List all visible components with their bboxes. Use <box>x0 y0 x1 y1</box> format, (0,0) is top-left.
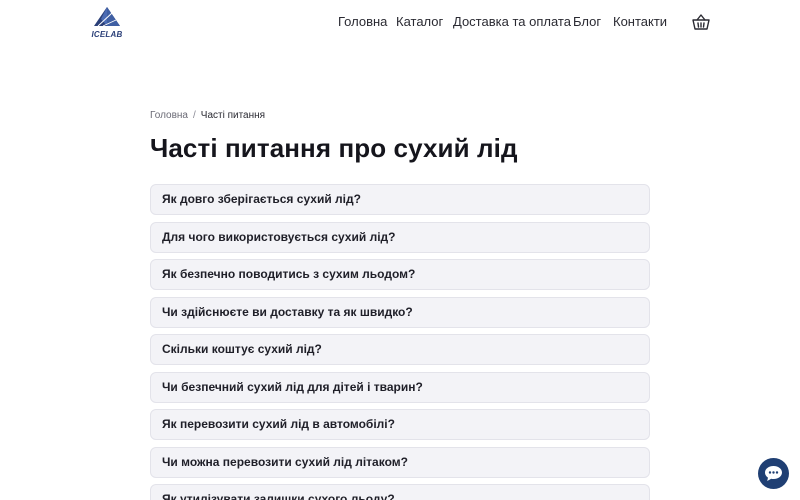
nav-link-contacts[interactable]: Контакти <box>613 13 667 31</box>
nav-link-catalog[interactable]: Каталог <box>396 13 443 31</box>
faq-question: Як перевозити сухий лід в автомобілі? <box>162 417 395 431</box>
nav-link-blog[interactable]: Блог <box>573 13 601 31</box>
faq-question: Як безпечно поводитись з сухим льодом? <box>162 267 416 281</box>
faq-question: Чи здійснюєте ви доставку та як швидко? <box>162 304 413 319</box>
nav-link-delivery[interactable]: Доставка та оплата <box>453 13 571 31</box>
breadcrumb-current: Часті питання <box>200 110 266 121</box>
faq-question: Чи безпечний сухий лід для дітей і твари… <box>162 379 423 394</box>
chat-bubble-icon <box>765 466 782 481</box>
faq-item[interactable]: Як безпечно поводитись з сухим льодом? <box>150 259 650 290</box>
breadcrumb-separator: / <box>193 110 196 121</box>
faq-question: Для чого використовується сухий лід? <box>162 229 396 244</box>
faq-question: Як утилізувати залишки сухого льоду? <box>162 492 395 500</box>
faq-item[interactable]: Чи можна перевозити сухий лід літаком? <box>150 446 650 478</box>
site-header: ICELAB Головна Каталог Доставка та оплат… <box>0 0 800 44</box>
faq-question: Чи можна перевозити сухий лід літаком? <box>162 454 408 469</box>
icelab-logo[interactable]: ICELAB <box>88 7 126 39</box>
logo-mark-icon <box>94 7 120 27</box>
faq-item[interactable]: Чи безпечний сухий лід для дітей і твари… <box>150 371 650 403</box>
faq-item[interactable]: Як довго зберігається сухий лід? <box>150 184 650 215</box>
breadcrumb-home[interactable]: Головна <box>150 110 188 121</box>
faq-item[interactable]: Як утилізувати залишки сухого льоду? <box>150 484 650 500</box>
nav-link-home[interactable]: Головна <box>338 13 387 31</box>
basket-icon[interactable] <box>691 12 711 32</box>
chat-button[interactable] <box>758 458 789 489</box>
page-title: Часті питання про сухий лід <box>150 133 518 163</box>
logo-text: ICELAB <box>91 30 123 39</box>
faq-question: Скільки коштує сухий лід? <box>162 342 322 356</box>
faq-item[interactable]: Скільки коштує сухий лід? <box>150 334 650 365</box>
faq-item[interactable]: Як перевозити сухий лід в автомобілі? <box>150 409 650 440</box>
faq-item[interactable]: Чи здійснюєте ви доставку та як швидко? <box>150 296 650 328</box>
faq-question: Як довго зберігається сухий лід? <box>162 192 361 206</box>
breadcrumb: Головна / Часті питання <box>150 109 265 122</box>
faq-item[interactable]: Для чого використовується сухий лід? <box>150 221 650 253</box>
